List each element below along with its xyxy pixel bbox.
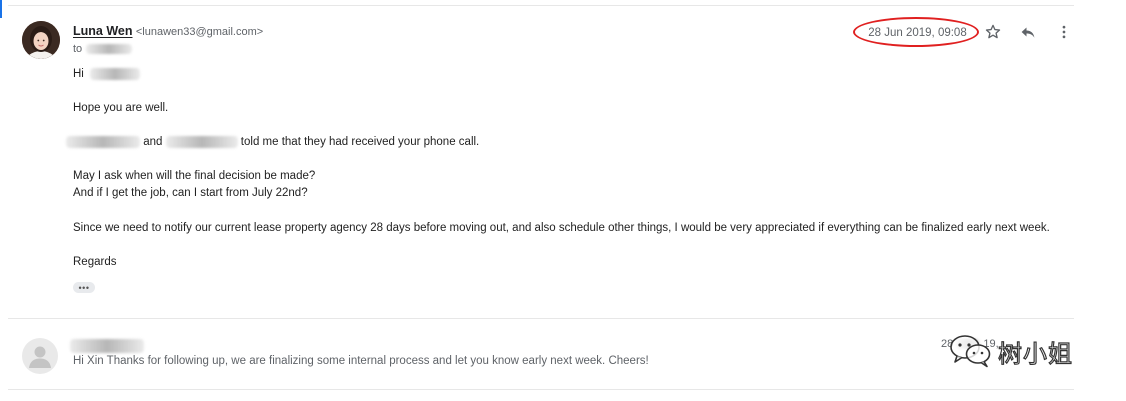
reply-snippet[interactable]: Hi Xin Thanks for following up, we are f…: [73, 355, 649, 367]
reply-sender-redacted: [70, 337, 144, 355]
sender-avatar[interactable]: [22, 21, 60, 59]
body-line-2-end: told me that they had received your phon…: [240, 136, 480, 148]
watermark-text: 树小姐: [997, 339, 1073, 368]
divider: [8, 389, 1074, 390]
more-options-button[interactable]: [1052, 20, 1076, 44]
show-trimmed-content-button[interactable]: •••: [73, 282, 95, 293]
body-line-2: and told me that they had received your …: [66, 134, 479, 151]
body-line-2-mid: and: [143, 136, 163, 148]
more-vert-icon: [1062, 25, 1066, 39]
divider: [8, 318, 1074, 319]
message-timestamp[interactable]: 28 Jun 2019, 09:08: [857, 21, 978, 44]
body-line-4: And if I get the job, can I start from J…: [73, 187, 308, 199]
redacted-recipient: [86, 44, 133, 54]
body-line-5: Since we need to notify our current leas…: [73, 222, 1050, 234]
sender-name[interactable]: Luna Wen: [73, 24, 133, 38]
star-icon: [985, 24, 1001, 39]
sender-line: Luna Wen <lunawen33@gmail.com>: [73, 24, 263, 38]
greeting: Hi: [73, 68, 84, 80]
redacted-name: [90, 67, 141, 80]
sign-off: Regards: [73, 256, 117, 268]
star-button[interactable]: [981, 20, 1005, 44]
reply-button[interactable]: [1016, 20, 1040, 44]
person-icon: [29, 346, 51, 368]
divider: [8, 5, 1074, 6]
redacted-sender: [70, 338, 144, 353]
to-label: to: [73, 43, 83, 55]
body-line-3: May I ask when will the final decision b…: [73, 170, 316, 182]
email-thread-view: Luna Wen <lunawen33@gmail.com> to 28 Jun…: [0, 0, 1126, 401]
selection-indicator: [0, 0, 2, 18]
redacted-name: [66, 135, 140, 148]
redacted-name: [165, 135, 238, 148]
greeting-line: Hi: [73, 66, 141, 83]
reply-icon: [1021, 27, 1035, 38]
sender-email: <lunawen33@gmail.com>: [135, 26, 264, 38]
wechat-icon: [950, 335, 991, 368]
reply-avatar[interactable]: [22, 338, 58, 374]
watermark: 树小姐: [948, 330, 1098, 372]
avatar-photo: [22, 21, 60, 59]
body-line-1: Hope you are well.: [73, 102, 169, 114]
recipient-line[interactable]: to: [73, 43, 133, 55]
